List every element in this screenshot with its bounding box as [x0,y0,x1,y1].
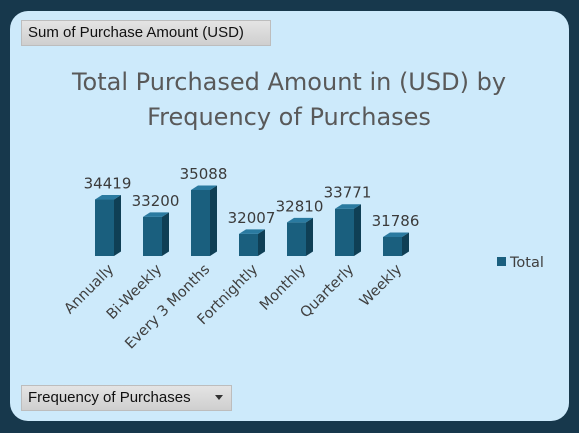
data-label: 32810 [276,197,324,215]
data-label: 32007 [228,209,276,227]
bar-chart: Total Purchased Amount in (USD) by Frequ… [61,68,544,353]
legend-swatch [497,257,506,266]
bar-front-face [95,199,114,256]
chart-title-line-1: Total Purchased Amount in (USD) by [71,68,506,96]
bar-front-face [191,190,210,256]
data-label: 33771 [324,184,372,202]
data-label: 35088 [180,165,228,183]
bar-side-face [306,217,313,256]
chart-title-line-2: Frequency of Purchases [147,103,431,131]
bar [143,212,169,256]
bar-side-face [258,229,265,256]
bar [239,229,265,256]
category-label: Every 3 Months [122,262,213,353]
bar [287,217,313,256]
bar-front-face [287,222,306,256]
bar [383,232,409,256]
bar-front-face [143,216,162,256]
data-label: 34419 [84,175,132,193]
bar-side-face [162,212,169,256]
bar-side-face [210,185,217,256]
data-label: 31786 [372,212,420,230]
chevron-down-icon[interactable] [215,395,223,400]
bar [95,195,121,256]
bar-front-face [383,237,402,256]
bar-side-face [114,195,121,256]
legend-label: Total [509,255,544,271]
bar [335,204,361,256]
bar [191,185,217,256]
bar-front-face [239,233,258,256]
axis-field-label: Frequency of Purchases [28,389,191,406]
bar-side-face [354,204,361,256]
bar-front-face [335,208,354,256]
category-label: Weekly [357,261,406,310]
data-label: 33200 [132,192,180,210]
chart-area: Sum of Purchase Amount (USD) Total Purch… [10,11,569,421]
axis-field-dropdown[interactable]: Frequency of Purchases [21,385,232,411]
